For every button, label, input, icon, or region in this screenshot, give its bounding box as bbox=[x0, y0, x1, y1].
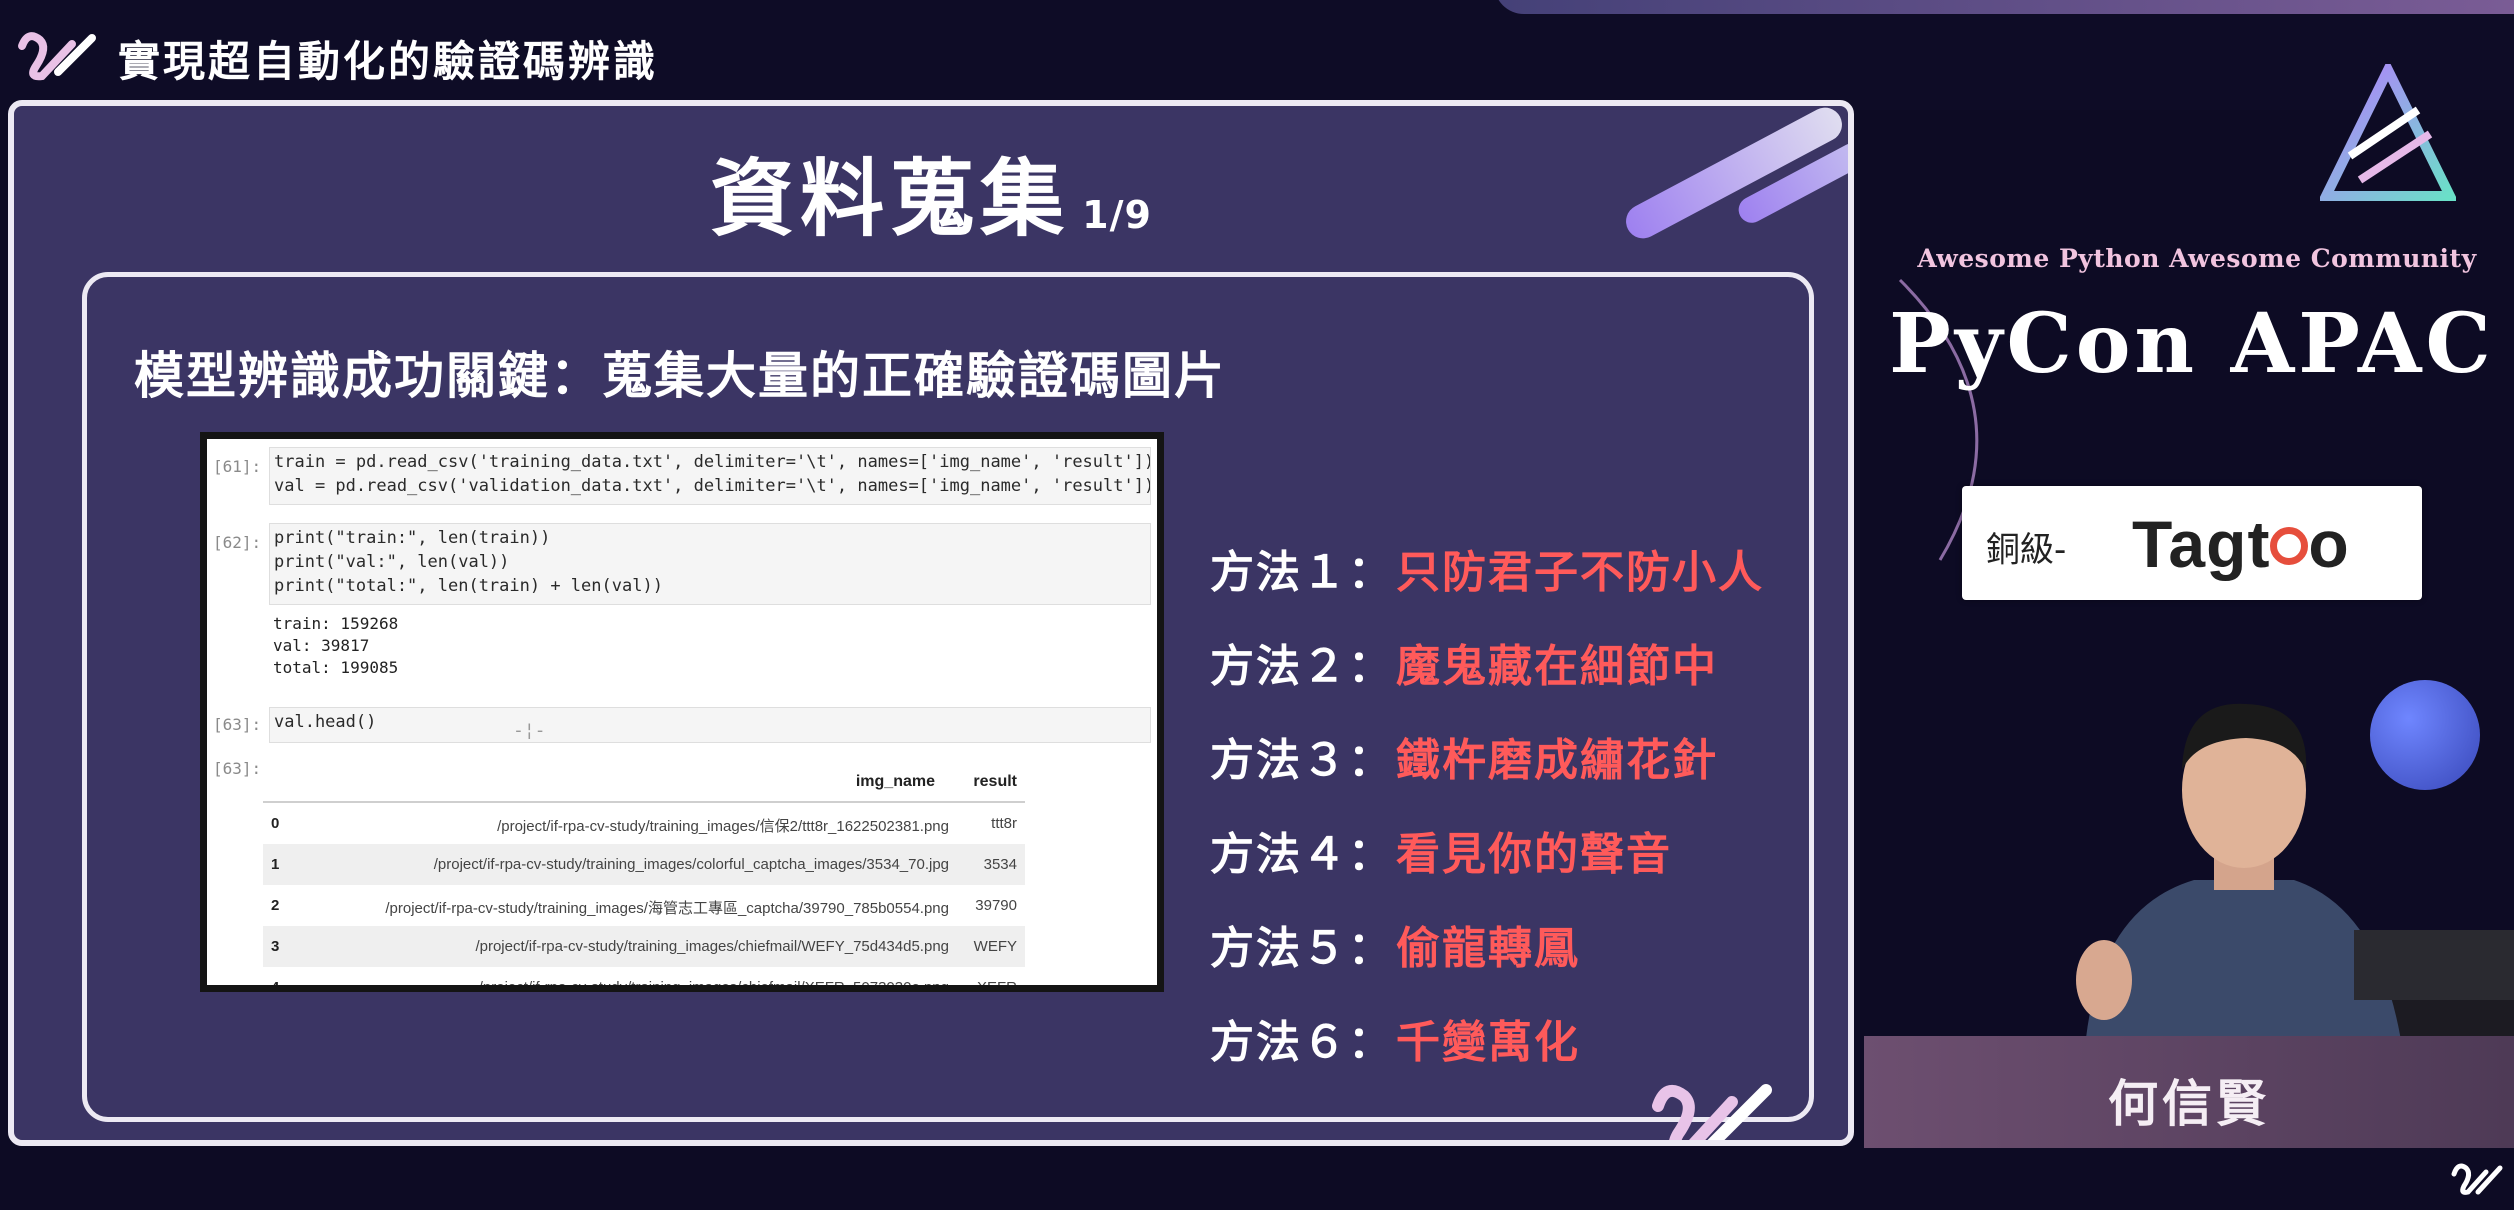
method-text: 看見你的聲音 bbox=[1396, 829, 1672, 880]
cell-prompt: [63]: bbox=[213, 715, 262, 734]
conference-tagline: Awesome Python Awesome Community bbox=[1917, 244, 2477, 273]
cell-img-name: /project/if-rpa-cv-study/training_images… bbox=[475, 938, 949, 955]
slide-title: 資料蒐集 1/9 bbox=[14, 132, 1848, 253]
code-block: print("train:", len(train)) print("val:"… bbox=[269, 523, 1151, 605]
cell-img-name: /project/if-rpa-cv-study/training_images… bbox=[385, 900, 949, 917]
jupyter-notebook-screenshot: [61]: train = pd.read_csv('training_data… bbox=[200, 432, 1164, 992]
row-index: 1 bbox=[271, 856, 280, 873]
table-header: img_name result bbox=[263, 765, 1025, 803]
code-block: val.head() bbox=[269, 707, 1151, 743]
method-text: 鐵杵磨成繡花針 bbox=[1396, 735, 1718, 786]
method-text: 千變萬化 bbox=[1396, 1017, 1580, 1068]
method-text: 魔鬼藏在細節中 bbox=[1396, 641, 1718, 692]
cell-result: XEFR bbox=[976, 979, 1017, 992]
table-row: 1 /project/if-rpa-cv-study/training_imag… bbox=[263, 844, 1025, 885]
slide-title-text: 資料蒐集 bbox=[710, 150, 1071, 248]
list-item: 方法２： 魔鬼藏在細節中 bbox=[1210, 630, 1716, 694]
speaker-name: 何信賢 bbox=[2108, 1074, 2270, 1133]
cell-result: 39790 bbox=[975, 897, 1017, 914]
speaker-name-plate: 何信賢 bbox=[1864, 1036, 2514, 1148]
sponsor-card: 銅級- Tagt o bbox=[1962, 486, 2422, 600]
cell-img-name: /project/if-rpa-cv-study/training_images… bbox=[497, 818, 949, 835]
cell-img-name: /project/if-rpa-cv-study/training_images… bbox=[433, 856, 949, 873]
method-label: 方法１： bbox=[1210, 547, 1394, 598]
sponsor-brand: Tagt o bbox=[2132, 507, 2350, 581]
list-item: 方法４： 看見你的聲音 bbox=[1210, 818, 1670, 882]
row-index: 4 bbox=[271, 979, 280, 992]
method-label: 方法３： bbox=[1210, 735, 1394, 786]
conference-name: PyCon APAC bbox=[1889, 296, 2495, 392]
top-decoration-bar bbox=[1494, 0, 2514, 14]
list-item: 方法１： 只防君子不防小人 bbox=[1210, 536, 1762, 600]
cell-result: ttt8r bbox=[991, 815, 1017, 832]
top-bar: 實現超自動化的驗證碼辨識 bbox=[0, 0, 2514, 110]
code-block: train = pd.read_csv('training_data.txt',… bbox=[269, 447, 1151, 505]
presentation-slide: 資料蒐集 1/9 模型辨識成功關鍵：蒐集大量的正確驗證碼圖片 [61]: trai… bbox=[8, 100, 1854, 1146]
cell-result: 3534 bbox=[983, 856, 1017, 873]
table-row: 4 /project/if-rpa-cv-study/training_imag… bbox=[263, 967, 1025, 992]
brand-logo-icon bbox=[2451, 1163, 2503, 1195]
method-label: 方法６： bbox=[1210, 1017, 1394, 1068]
cursor-crosshair-icon: -¦- bbox=[513, 720, 546, 741]
table-row: 2 /project/if-rpa-cv-study/training_imag… bbox=[263, 885, 1025, 926]
cell-result: WEFY bbox=[973, 938, 1017, 955]
column-header: img_name bbox=[855, 773, 935, 790]
target-icon bbox=[2270, 526, 2309, 565]
list-item: 方法５： 偷龍轉鳳 bbox=[1210, 912, 1578, 976]
table-row: 3 /project/if-rpa-cv-study/training_imag… bbox=[263, 926, 1025, 967]
table-row: 0 /project/if-rpa-cv-study/training_imag… bbox=[263, 803, 1025, 844]
row-index: 3 bbox=[271, 938, 280, 955]
method-text: 偷龍轉鳳 bbox=[1396, 923, 1580, 974]
presenter-video bbox=[2076, 703, 2514, 1060]
list-item: 方法６： 千變萬化 bbox=[1210, 1006, 1578, 1070]
slide-subpage: 1/9 bbox=[1082, 193, 1152, 237]
slide-headline: 模型辨識成功關鍵：蒐集大量的正確驗證碼圖片 bbox=[134, 347, 1226, 405]
dataframe-table: img_name result 0 /project/if-rpa-cv-stu… bbox=[263, 765, 1025, 992]
cell-prompt: [63]: bbox=[213, 759, 262, 778]
pycon-triangle-logo-icon bbox=[2320, 64, 2456, 201]
cell-prompt: [62]: bbox=[213, 533, 262, 552]
video-title: 實現超自動化的驗證碼辨識 bbox=[118, 37, 659, 86]
cell-prompt: [61]: bbox=[213, 457, 262, 476]
brand-logo-icon bbox=[18, 32, 96, 81]
brand-logo-icon bbox=[1652, 1084, 1772, 1140]
method-label: 方法２： bbox=[1210, 641, 1394, 692]
cell-img-name: /project/if-rpa-cv-study/training_images… bbox=[478, 979, 949, 992]
list-item: 方法３： 鐵杵磨成繡花針 bbox=[1210, 724, 1716, 788]
sponsor-tier: 銅級- bbox=[1986, 530, 2067, 570]
row-index: 2 bbox=[271, 897, 280, 914]
method-text: 只防君子不防小人 bbox=[1396, 547, 1764, 598]
column-header: result bbox=[973, 773, 1017, 790]
cell-output: train: 159268 val: 39817 total: 199085 bbox=[273, 614, 399, 677]
method-label: 方法５： bbox=[1210, 923, 1394, 974]
row-index: 0 bbox=[271, 815, 280, 832]
method-label: 方法４： bbox=[1210, 829, 1394, 880]
